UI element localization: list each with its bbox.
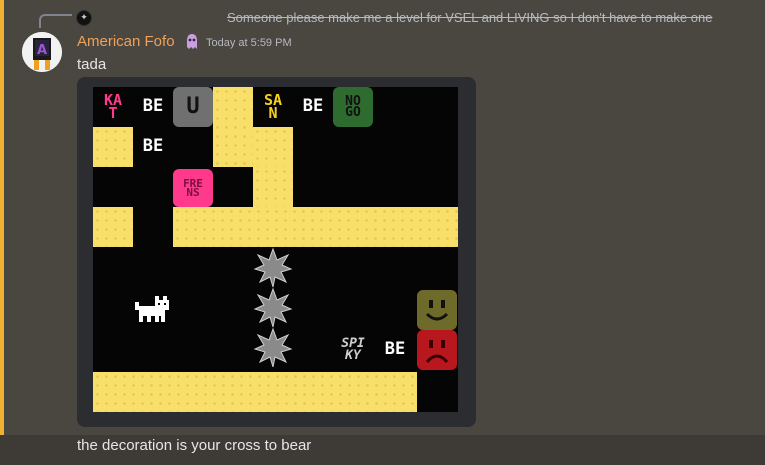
sand-tile — [253, 127, 293, 167]
word-be: BE — [302, 96, 324, 117]
word-san: SA N — [263, 90, 283, 122]
word-be: BE — [384, 339, 406, 360]
image-attachment[interactable]: KA T BE U SA N BE NO GO BE FRE NS SPI KY… — [77, 77, 476, 427]
ghost-role-icon — [187, 34, 197, 49]
word-frens: FRE NS — [173, 169, 213, 207]
sand-tile — [213, 87, 253, 167]
sand-tile — [93, 127, 133, 167]
reply-spine — [39, 14, 72, 28]
word-be: BE — [142, 96, 164, 117]
word-nogo: NO GO — [333, 87, 373, 127]
message-content: tada — [77, 56, 107, 73]
sand-tile — [93, 372, 417, 412]
word-spiky: SPI KY — [341, 336, 365, 363]
username[interactable]: American Fofo — [77, 33, 175, 50]
mention-highlight-bar — [0, 0, 4, 435]
timestamp[interactable]: Today at 5:59 PM — [206, 37, 292, 49]
sand-tile — [173, 207, 458, 247]
spike-icon — [253, 247, 293, 367]
game-level-screenshot: KA T BE U SA N BE NO GO BE FRE NS SPI KY… — [93, 87, 458, 412]
next-message-content: the decoration is your cross to bear — [77, 437, 312, 454]
replied-message-text[interactable]: Someone please make me a level for VSEL … — [227, 10, 712, 25]
avatar-character-icon: A — [22, 32, 62, 72]
word-u: U — [173, 87, 213, 127]
avatar[interactable]: A — [22, 32, 62, 72]
reply-avatar-icon[interactable]: ✦ — [76, 10, 92, 26]
cat-icon — [135, 296, 169, 322]
word-be: BE — [142, 136, 164, 157]
svg-text:A: A — [37, 43, 47, 58]
happy-face-icon — [417, 290, 457, 330]
sand-tile — [253, 167, 293, 207]
sad-face-icon — [417, 330, 457, 370]
sand-tile — [93, 207, 133, 247]
word-kat: KA T — [103, 90, 123, 122]
